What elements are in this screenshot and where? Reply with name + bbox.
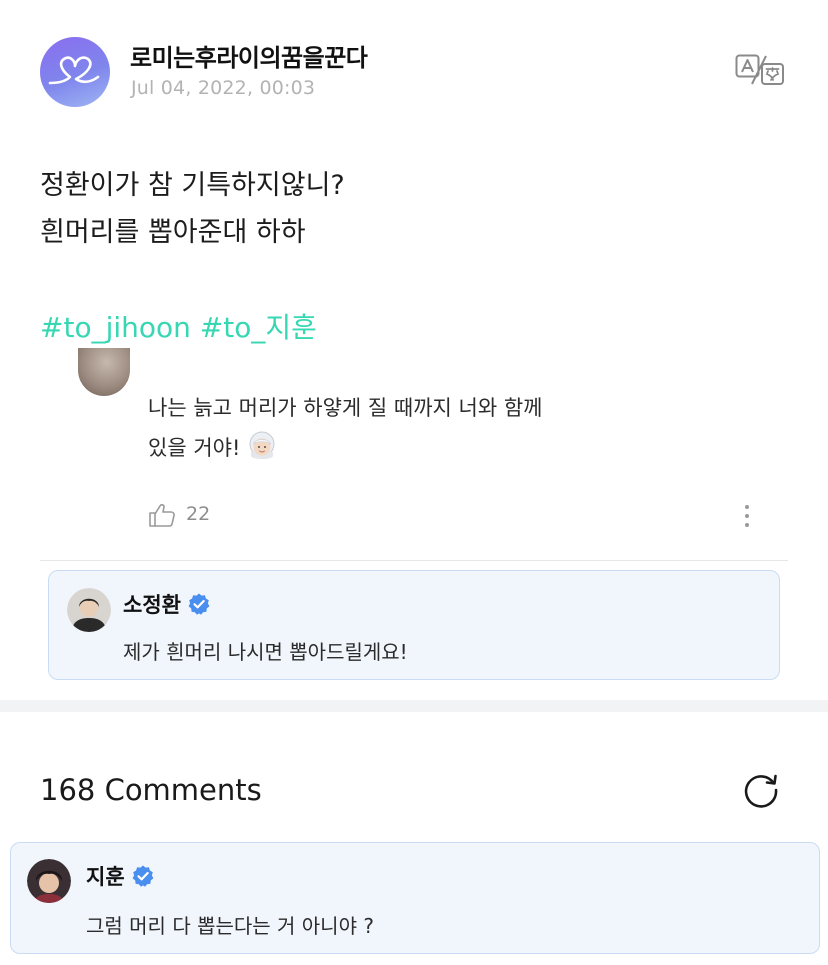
hashtag-link[interactable]: #to_지훈 xyxy=(200,311,317,344)
like-count: 22 xyxy=(186,503,211,525)
old-woman-emoji-icon xyxy=(246,430,278,462)
reply-text: 제가 흰머리 나시면 뽑아드릴게요! xyxy=(123,640,408,664)
post-body-line: 흰머리를 뽑아준대 하하 xyxy=(40,217,306,248)
section-separator xyxy=(0,700,828,712)
post-detail-page: 로미는후라이의꿈을꾼다 Jul 04, 2022, 00:03 정환이가 참 기… xyxy=(0,0,828,965)
comment-text: 그럼 머리 다 뽑는다는 거 아니야 ? xyxy=(86,914,374,938)
post-body-line: 정환이가 참 기특하지않니? xyxy=(40,170,345,201)
quoted-comment-line: 있을 거야! xyxy=(148,428,748,468)
comment-item: 지훈 그럼 머리 다 뽑는다는 거 아니야 ? xyxy=(10,842,820,954)
quoted-comment-line: 나는 늙고 머리가 하얗게 질 때까지 너와 함께 xyxy=(148,396,543,420)
author-name[interactable]: 로미는후라이의꿈을꾼다 xyxy=(130,38,368,73)
hashtag-link[interactable]: #to_jihoon xyxy=(40,311,191,344)
quoted-commenter-avatar xyxy=(78,348,130,396)
artist-reply-card: 소정환 제가 흰머리 나시면 뽑아드릴게요! xyxy=(48,570,780,680)
author-avatar[interactable] xyxy=(40,37,110,107)
translate-button[interactable] xyxy=(735,54,785,86)
verified-badge-icon xyxy=(131,864,155,888)
hashtag-list: #to_jihoon #to_지훈 xyxy=(40,306,317,346)
comment-author: 지훈 xyxy=(86,861,155,891)
verified-badge-icon xyxy=(187,592,211,616)
avatar[interactable] xyxy=(27,859,71,903)
quoted-comment-text: 나는 늙고 머리가 하얗게 질 때까지 너와 함께 있을 거야! xyxy=(148,388,748,468)
refresh-icon[interactable] xyxy=(740,769,782,811)
thumbs-up-icon[interactable] xyxy=(148,502,176,528)
comments-count: 168 Comments xyxy=(40,773,262,807)
avatar[interactable] xyxy=(67,588,111,632)
divider xyxy=(40,560,788,561)
post-body: 정환이가 참 기특하지않니? 흰머리를 뽑아준대 하하 xyxy=(40,162,780,256)
translate-icon xyxy=(735,54,784,85)
reply-author: 소정환 xyxy=(123,589,211,619)
post-date: Jul 04, 2022, 00:03 xyxy=(131,77,316,99)
more-vertical-icon[interactable] xyxy=(737,502,757,530)
heart-signature-logo xyxy=(48,56,100,85)
